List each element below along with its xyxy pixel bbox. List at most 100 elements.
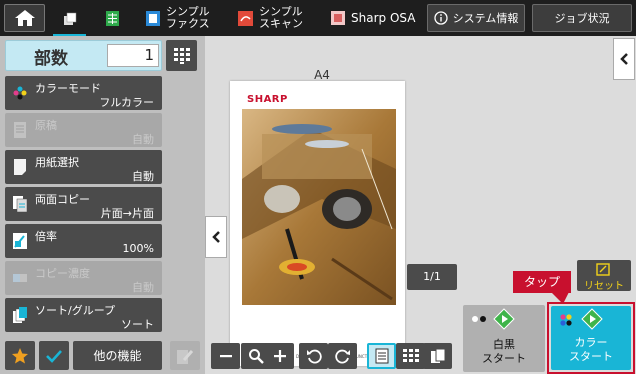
copies-label: 部数 bbox=[34, 49, 68, 69]
other-functions-button[interactable]: 他の機能 bbox=[73, 341, 162, 370]
home-icon bbox=[14, 10, 35, 26]
copy-settings-panel: 部数 1 カラーモード フルカラー 原稿 自動 用紙選択 自動 両面コピー 片面… bbox=[0, 36, 205, 374]
sort-icon bbox=[13, 307, 27, 323]
start-diamond-icon bbox=[493, 308, 515, 330]
color-mode-value: フルカラー bbox=[99, 96, 154, 109]
tap-callout: タップ bbox=[513, 271, 571, 293]
tap-callout-label: タップ bbox=[523, 275, 560, 289]
preview-area: A4 SHARP DIGITAL FULL COLOUR MULTIFUNCTI… bbox=[205, 36, 636, 374]
magnifier-icon bbox=[248, 349, 264, 364]
fax-icon bbox=[146, 10, 160, 26]
copy-density-button: コピー濃度 自動 bbox=[5, 261, 162, 295]
start-diamond-icon bbox=[581, 308, 603, 330]
numeric-keypad-button[interactable] bbox=[166, 40, 197, 71]
simple-fax-shortcut[interactable]: シンプル ファクス bbox=[146, 0, 216, 36]
system-info-button[interactable]: システム情報 bbox=[427, 4, 525, 32]
color-start-label-line2: スタート bbox=[569, 350, 613, 363]
copies-input[interactable]: 1 bbox=[107, 44, 159, 67]
copy-icon bbox=[63, 12, 76, 25]
zoom-in-button[interactable] bbox=[265, 343, 294, 369]
pages-icon bbox=[430, 348, 445, 363]
sharp-osa-label: Sharp OSA bbox=[351, 11, 416, 25]
bw-dots-icon bbox=[472, 316, 486, 322]
rotate-right-icon bbox=[334, 349, 350, 364]
duplex-copy-label: 両面コピー bbox=[35, 193, 90, 206]
favorite-button[interactable] bbox=[5, 341, 35, 370]
rotate-left-button[interactable] bbox=[299, 343, 328, 369]
job-status-label: ジョブ状況 bbox=[554, 12, 610, 25]
scan-icon bbox=[238, 10, 253, 26]
paper-select-button[interactable]: 用紙選択 自動 bbox=[5, 150, 162, 184]
rotate-right-button[interactable] bbox=[328, 343, 357, 369]
document-preview: SHARP DIGITAL FULL COLOUR MULTIFUNCTIONA… bbox=[230, 81, 405, 366]
original-button: 原稿 自動 bbox=[5, 113, 162, 147]
color-start-button[interactable]: カラー スタート bbox=[551, 306, 631, 370]
sort-group-button[interactable]: ソート/グループ ソート bbox=[5, 298, 162, 332]
density-icon bbox=[13, 274, 27, 282]
top-bar: シンプル ファクス シンプル スキャン Sharp OSA システム情報 ジョブ… bbox=[0, 0, 636, 36]
paper-select-value: 自動 bbox=[132, 170, 154, 183]
edit-button bbox=[170, 341, 200, 370]
document-brand-logo: SHARP bbox=[247, 94, 288, 105]
paper-size-label: A4 bbox=[314, 68, 330, 82]
keypad-icon bbox=[173, 47, 190, 64]
bw-start-label-line2: スタート bbox=[482, 352, 526, 365]
original-doc-icon bbox=[14, 122, 26, 138]
duplex-copy-button[interactable]: 両面コピー 片面→片面 bbox=[5, 187, 162, 221]
star-icon bbox=[12, 347, 28, 363]
rotate-left-icon bbox=[306, 349, 322, 364]
single-page-view-button[interactable] bbox=[367, 343, 396, 369]
check-button[interactable] bbox=[39, 341, 69, 370]
page-counter: 1/1 bbox=[407, 264, 457, 290]
page-view-icon bbox=[375, 348, 388, 364]
other-functions-label: 他の機能 bbox=[93, 349, 142, 363]
pencil-icon bbox=[177, 349, 194, 364]
paper-select-label: 用紙選択 bbox=[35, 156, 79, 169]
multi-page-view-button[interactable] bbox=[423, 343, 452, 369]
simple-fax-label-line2: ファクス bbox=[166, 17, 210, 30]
grid-view-icon bbox=[402, 349, 419, 362]
duplex-icon bbox=[13, 196, 28, 213]
zoom-ratio-button[interactable]: 倍率 100% bbox=[5, 224, 162, 258]
simple-scan-label-line2: スキャン bbox=[259, 17, 303, 30]
chevron-left-icon bbox=[620, 53, 628, 65]
original-label: 原稿 bbox=[35, 119, 57, 132]
sort-group-value: ソート bbox=[121, 318, 154, 331]
zoom-ratio-icon bbox=[13, 233, 27, 249]
duplex-copy-value: 片面→片面 bbox=[100, 207, 154, 220]
osa-icon bbox=[331, 11, 345, 25]
job-status-button[interactable]: ジョブ状況 bbox=[532, 4, 632, 32]
document-photo bbox=[242, 109, 396, 305]
checkmark-icon bbox=[46, 349, 62, 363]
spreadsheet-icon bbox=[106, 10, 119, 26]
zoom-out-button[interactable] bbox=[211, 343, 240, 369]
simple-scan-shortcut[interactable]: シンプル スキャン bbox=[238, 0, 308, 36]
original-value: 自動 bbox=[132, 133, 154, 146]
system-info-label: システム情報 bbox=[452, 12, 519, 25]
copy-app-tab[interactable] bbox=[53, 4, 86, 36]
right-panel-toggle[interactable] bbox=[613, 38, 635, 80]
plus-icon bbox=[273, 350, 286, 362]
sharp-osa-shortcut[interactable]: Sharp OSA bbox=[331, 0, 421, 36]
grid-view-button[interactable] bbox=[396, 343, 425, 369]
chevron-left-icon bbox=[212, 231, 220, 243]
paper-icon bbox=[14, 159, 26, 175]
color-mode-label: カラーモード bbox=[35, 82, 101, 95]
left-panel-toggle[interactable] bbox=[205, 216, 227, 258]
minus-icon bbox=[219, 355, 232, 358]
zoom-ratio-value: 100% bbox=[122, 242, 154, 255]
reset-button[interactable]: リセット bbox=[577, 260, 631, 292]
simple-copy-shortcut[interactable] bbox=[106, 0, 128, 36]
color-dots-icon bbox=[560, 314, 572, 326]
copies-box[interactable]: 部数 1 bbox=[5, 40, 162, 71]
copy-density-label: コピー濃度 bbox=[35, 267, 90, 280]
color-mode-button[interactable]: カラーモード フルカラー bbox=[5, 76, 162, 110]
bw-start-button[interactable]: 白黒 スタート bbox=[463, 305, 545, 372]
info-icon bbox=[434, 11, 448, 25]
reset-label: リセット bbox=[584, 281, 624, 292]
sort-group-label: ソート/グループ bbox=[35, 304, 116, 317]
home-button[interactable] bbox=[4, 4, 45, 32]
copy-density-value: 自動 bbox=[132, 281, 154, 294]
color-dots-icon bbox=[13, 86, 27, 100]
zoom-ratio-label: 倍率 bbox=[35, 230, 57, 243]
